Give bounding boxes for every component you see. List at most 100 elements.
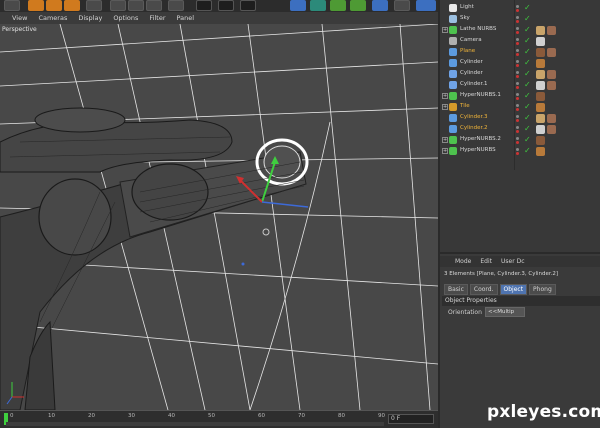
enabled-check-icon[interactable]: ✓ bbox=[524, 47, 531, 56]
lock-z-axis-icon[interactable] bbox=[146, 0, 162, 11]
object-name[interactable]: Tile bbox=[460, 103, 470, 109]
deformer-tool-icon[interactable] bbox=[372, 0, 388, 11]
enabled-check-icon[interactable]: ✓ bbox=[524, 80, 531, 89]
timeline[interactable]: 0 10 20 30 40 50 60 70 80 90 0 F bbox=[0, 410, 438, 428]
object-row[interactable]: + Lathe NURBS ✓ bbox=[440, 25, 600, 36]
object-name[interactable]: Plane bbox=[460, 48, 475, 54]
object-row[interactable]: Sky ✓ bbox=[440, 14, 600, 25]
object-row[interactable]: Cylinder ✓ bbox=[440, 58, 600, 69]
enabled-check-icon[interactable]: ✓ bbox=[524, 91, 531, 100]
visibility-dots-icon[interactable] bbox=[516, 27, 520, 34]
timeline-track[interactable] bbox=[6, 422, 384, 426]
material-tag-icon[interactable] bbox=[547, 26, 556, 35]
visibility-dots-icon[interactable] bbox=[516, 93, 520, 100]
enabled-check-icon[interactable]: ✓ bbox=[524, 36, 531, 45]
object-row[interactable]: + HyperNURBS ✓ bbox=[440, 146, 600, 157]
material-tag-icon[interactable] bbox=[547, 70, 556, 79]
tag-icon[interactable] bbox=[536, 59, 545, 68]
object-row[interactable]: + HyperNURBS.1 ✓ bbox=[440, 91, 600, 102]
enabled-check-icon[interactable]: ✓ bbox=[524, 135, 531, 144]
object-row[interactable]: Cylinder.3 ✓ bbox=[440, 113, 600, 124]
object-row[interactable]: + HyperNURBS.2 ✓ bbox=[440, 135, 600, 146]
object-name[interactable]: HyperNURBS.2 bbox=[460, 136, 501, 142]
object-name[interactable]: HyperNURBS.1 bbox=[460, 92, 501, 98]
enabled-check-icon[interactable]: ✓ bbox=[524, 102, 531, 111]
object-row[interactable]: Cylinder.2 ✓ bbox=[440, 124, 600, 135]
attribute-menu-edit[interactable]: Edit bbox=[480, 258, 492, 265]
cube-primitive-icon[interactable] bbox=[290, 0, 306, 11]
tag-icon[interactable] bbox=[536, 37, 545, 46]
expand-toggle-icon[interactable]: + bbox=[442, 148, 448, 154]
material-tag-icon[interactable] bbox=[547, 81, 556, 90]
tab-coord[interactable]: Coord. bbox=[469, 284, 498, 295]
array-tool-icon[interactable] bbox=[350, 0, 366, 11]
faucet-mesh[interactable] bbox=[0, 107, 309, 410]
attribute-menu-mode[interactable]: Mode bbox=[455, 258, 471, 265]
tab-basic[interactable]: Basic bbox=[444, 284, 468, 295]
viewport-menu-panel[interactable]: Panel bbox=[177, 14, 195, 22]
object-name[interactable]: HyperNURBS bbox=[460, 147, 496, 153]
tag-icon[interactable] bbox=[536, 92, 545, 101]
object-name[interactable]: Cylinder bbox=[460, 70, 483, 76]
tab-phong[interactable]: Phong bbox=[529, 284, 556, 295]
object-row[interactable]: + Tile ✓ bbox=[440, 102, 600, 113]
object-name[interactable]: Cylinder.2 bbox=[460, 125, 488, 131]
move-tool-icon[interactable] bbox=[28, 0, 44, 11]
scene-tool-icon[interactable] bbox=[394, 0, 410, 11]
current-frame-field[interactable]: 0 F bbox=[388, 414, 434, 424]
scale-tool-icon[interactable] bbox=[46, 0, 62, 11]
visibility-dots-icon[interactable] bbox=[516, 16, 520, 23]
viewport-scene[interactable] bbox=[0, 12, 438, 410]
tag-icon[interactable] bbox=[536, 136, 545, 145]
tag-icon[interactable] bbox=[536, 26, 545, 35]
viewport-menu-options[interactable]: Options bbox=[113, 14, 138, 22]
object-row[interactable]: Cylinder ✓ bbox=[440, 69, 600, 80]
tag-icon[interactable] bbox=[536, 103, 545, 112]
enabled-check-icon[interactable]: ✓ bbox=[524, 3, 531, 12]
enabled-check-icon[interactable]: ✓ bbox=[524, 58, 531, 67]
visibility-dots-icon[interactable] bbox=[516, 71, 520, 78]
material-tag-icon[interactable] bbox=[547, 125, 556, 134]
tag-icon[interactable] bbox=[536, 147, 545, 156]
tab-object[interactable]: Object bbox=[499, 284, 528, 295]
tag-icon[interactable] bbox=[536, 70, 545, 79]
expand-toggle-icon[interactable]: + bbox=[442, 104, 448, 110]
lock-x-axis-icon[interactable] bbox=[110, 0, 126, 11]
enabled-check-icon[interactable]: ✓ bbox=[524, 69, 531, 78]
coordinate-system-icon[interactable] bbox=[168, 0, 184, 11]
viewport-menu-filter[interactable]: Filter bbox=[149, 14, 165, 22]
expand-toggle-icon[interactable]: + bbox=[442, 27, 448, 33]
light-tool-icon[interactable] bbox=[416, 0, 436, 11]
tag-icon[interactable] bbox=[536, 114, 545, 123]
object-name[interactable]: Sky bbox=[460, 15, 470, 21]
lock-y-axis-icon[interactable] bbox=[128, 0, 144, 11]
visibility-dots-icon[interactable] bbox=[516, 5, 520, 12]
orientation-dropdown[interactable]: <<Multip bbox=[485, 307, 525, 317]
visibility-dots-icon[interactable] bbox=[516, 137, 520, 144]
visibility-dots-icon[interactable] bbox=[516, 148, 520, 155]
visibility-dots-icon[interactable] bbox=[516, 38, 520, 45]
viewport-menu-cameras[interactable]: Cameras bbox=[38, 14, 67, 22]
viewport-menu-view[interactable]: View bbox=[12, 14, 27, 22]
material-tag-icon[interactable] bbox=[547, 114, 556, 123]
object-name[interactable]: Cylinder bbox=[460, 59, 483, 65]
visibility-dots-icon[interactable] bbox=[516, 104, 520, 111]
render-picture-viewer-icon[interactable] bbox=[218, 0, 234, 11]
object-name[interactable]: Light bbox=[460, 4, 474, 10]
object-row[interactable]: Plane ✓ bbox=[440, 47, 600, 58]
enabled-check-icon[interactable]: ✓ bbox=[524, 124, 531, 133]
object-name[interactable]: Cylinder.1 bbox=[460, 81, 488, 87]
visibility-dots-icon[interactable] bbox=[516, 126, 520, 133]
object-row[interactable]: Cylinder.1 ✓ bbox=[440, 80, 600, 91]
visibility-dots-icon[interactable] bbox=[516, 82, 520, 89]
undo-tool-icon[interactable] bbox=[4, 0, 20, 11]
object-name[interactable]: Lathe NURBS bbox=[460, 26, 496, 32]
material-tag-icon[interactable] bbox=[547, 48, 556, 57]
expand-toggle-icon[interactable]: + bbox=[442, 93, 448, 99]
render-view-icon[interactable] bbox=[196, 0, 212, 11]
visibility-dots-icon[interactable] bbox=[516, 60, 520, 67]
tag-icon[interactable] bbox=[536, 125, 545, 134]
visibility-dots-icon[interactable] bbox=[516, 49, 520, 56]
object-row[interactable]: Light ✓ bbox=[440, 3, 600, 14]
live-select-icon[interactable] bbox=[86, 0, 102, 11]
